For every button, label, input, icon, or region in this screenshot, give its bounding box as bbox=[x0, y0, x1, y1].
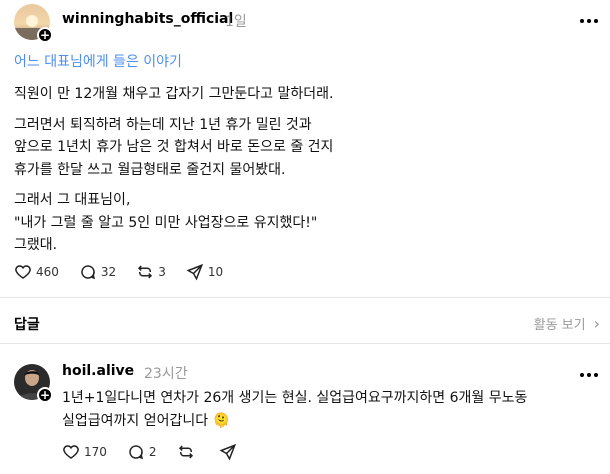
share-count: 10 bbox=[207, 265, 224, 279]
post-text-line: 그러면서 퇴직하려 하는데 지난 1년 휴가 밀린 것과 bbox=[14, 117, 312, 133]
reply-comment-button[interactable]: 2 bbox=[127, 443, 157, 461]
heart-icon bbox=[63, 445, 79, 459]
repost-icon bbox=[138, 265, 153, 279]
reply-actions: 170 2 bbox=[62, 443, 261, 461]
reply-timestamp[interactable]: 23시간 bbox=[144, 363, 188, 383]
post-text-line: "내가 그럴 줄 알고 5인 미만 사업장으로 유지했다!" bbox=[14, 215, 318, 231]
reply-share-button[interactable] bbox=[219, 443, 241, 461]
post-text-line: 그래서 그 대표님이, bbox=[14, 192, 131, 208]
view-activity-label: 활동 보기 bbox=[533, 318, 586, 333]
post-text-line: 휴가를 한달 쓰고 월급형태로 줄건지 물어봤대. bbox=[14, 162, 286, 178]
like-count: 460 bbox=[36, 265, 59, 279]
repost-button[interactable]: 3 bbox=[136, 263, 166, 281]
replies-title: 답글 bbox=[14, 317, 40, 333]
reply-more-options-icon[interactable] bbox=[577, 363, 601, 387]
comment-icon bbox=[129, 445, 143, 460]
follow-plus-icon[interactable]: + bbox=[37, 27, 53, 43]
send-icon bbox=[219, 443, 236, 461]
post-timestamp[interactable]: 1일 bbox=[225, 11, 247, 31]
post-actions: 460 32 3 10 bbox=[14, 263, 243, 281]
post-avatar[interactable]: + bbox=[14, 4, 53, 43]
melting-face-emoji: 🫠 bbox=[212, 413, 231, 429]
comment-icon bbox=[81, 265, 95, 280]
divider bbox=[0, 297, 610, 298]
reply-like-count: 170 bbox=[84, 445, 107, 459]
reply-text-line: 1년+1일다니면 연차가 26개 생기는 현실. 실업급여요구까지하면 6개월 … bbox=[62, 390, 528, 406]
divider bbox=[0, 343, 610, 344]
comment-count: 32 bbox=[100, 265, 117, 279]
follow-plus-icon[interactable]: + bbox=[37, 387, 53, 403]
post-username[interactable]: winninghabits_official bbox=[62, 11, 233, 27]
chevron-right-icon: › bbox=[593, 314, 600, 333]
comment-button[interactable]: 32 bbox=[79, 263, 116, 281]
view-activity-link[interactable]: 활동 보기 › bbox=[534, 314, 600, 333]
send-icon bbox=[186, 263, 203, 281]
post-text-line: 앞으로 1년치 휴가 남은 것 합쳐서 바로 돈으로 줄 건지 bbox=[14, 139, 334, 155]
reply-avatar[interactable]: + bbox=[14, 364, 53, 403]
reply-text-line: 실업급여까지 얻어갑니다 🫠 bbox=[62, 410, 230, 430]
reply-like-button[interactable]: 170 bbox=[62, 443, 107, 461]
reply-repost-button[interactable] bbox=[177, 443, 199, 461]
heart-icon bbox=[15, 265, 31, 279]
reply-comment-count: 2 bbox=[148, 445, 157, 459]
repost-count: 3 bbox=[158, 265, 166, 279]
repost-icon bbox=[178, 445, 193, 459]
like-button[interactable]: 460 bbox=[14, 263, 59, 281]
reply-text: 실업급여까지 얻어갑니다 bbox=[62, 413, 209, 429]
reply-username[interactable]: hoil.alive bbox=[62, 363, 134, 379]
post-text-line: 그랬대. bbox=[14, 237, 58, 253]
post-text-line: 직원이 만 12개월 채우고 갑자기 그만둔다고 말하더래. bbox=[14, 86, 334, 102]
share-button[interactable]: 10 bbox=[186, 263, 223, 281]
topic-tag[interactable]: 어느 대표님에게 들은 이야기 bbox=[14, 51, 182, 71]
more-options-icon[interactable] bbox=[577, 9, 601, 33]
